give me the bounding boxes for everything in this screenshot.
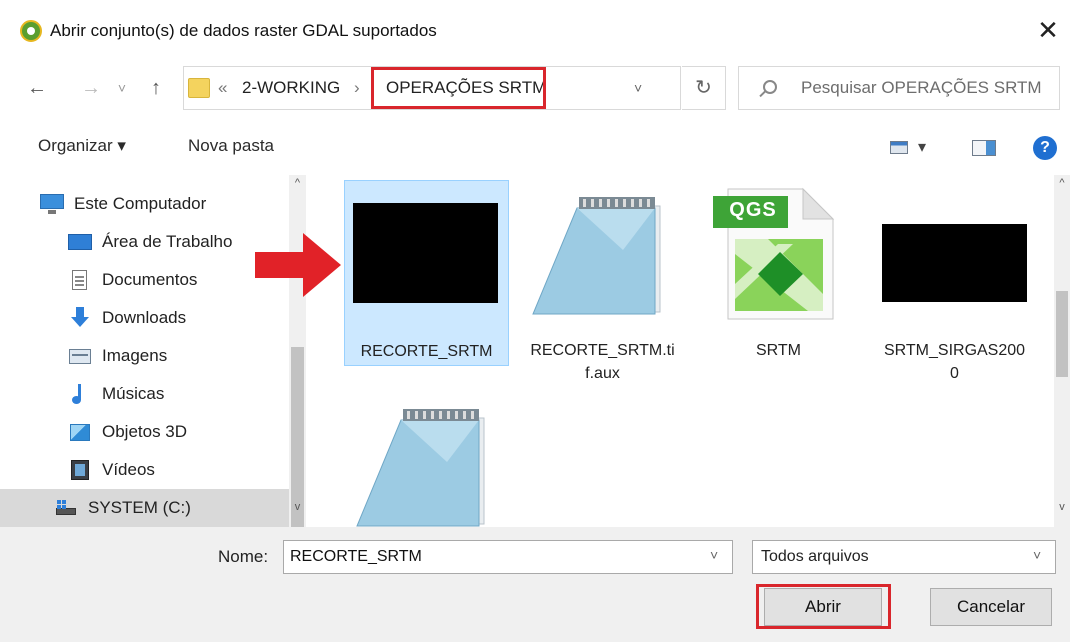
file-scroll-up-icon[interactable]: ^ — [1054, 177, 1070, 194]
window-title: Abrir conjunto(s) de dados raster GDAL s… — [50, 21, 437, 40]
file-list-scrollbar[interactable]: ^ v — [1054, 175, 1070, 527]
file-item-recorte-srtm-tif-aux[interactable]: RECORTE_SRTM.ti f.aux — [520, 180, 685, 410]
notepad-icon — [532, 197, 661, 315]
refresh-button[interactable]: ↻ — [682, 66, 726, 110]
downloads-icon — [68, 307, 94, 329]
address-dropdown-icon[interactable]: ˅ — [634, 67, 642, 109]
file-item-partial-notepad[interactable] — [344, 400, 509, 527]
file-name-line-1: SRTM_SIRGAS200 — [883, 342, 1026, 359]
3d-objects-icon — [68, 421, 94, 443]
search-box[interactable]: Pesquisar OPERAÇÕES SRTM — [738, 66, 1060, 110]
sidebar-item-label: SYSTEM (C:) — [88, 498, 191, 517]
sidebar-item-label: Área de Trabalho — [102, 232, 233, 251]
file-type-filter-value: Todos arquivos — [761, 548, 869, 565]
file-name: RECORTE_SRTM — [360, 343, 493, 360]
sidebar-item-system-c[interactable]: SYSTEM (C:) — [0, 489, 289, 527]
close-button[interactable]: ✕ — [1030, 12, 1066, 48]
cancel-button[interactable]: Cancelar — [930, 588, 1052, 626]
highlight-box-folder — [371, 67, 546, 109]
file-item-srtm-sirgas2000[interactable]: SRTM_SIRGAS200 0 — [872, 180, 1037, 410]
view-options-caret[interactable]: ▾ — [918, 137, 926, 157]
music-icon — [68, 383, 94, 405]
file-name-dropdown-icon[interactable]: ˅ — [710, 547, 718, 563]
raster-thumbnail-icon — [353, 203, 498, 303]
new-folder-button[interactable]: Nova pasta — [188, 136, 274, 156]
toolbar — [0, 122, 1070, 172]
file-name-line-1: RECORTE_SRTM.ti — [530, 342, 675, 359]
sidebar-item-este-computador[interactable]: Este Computador — [40, 185, 290, 223]
drive-icon — [54, 497, 80, 519]
sidebar-item-label: Downloads — [102, 308, 187, 327]
highlight-box-open-button — [756, 584, 891, 629]
desktop-icon — [68, 231, 94, 253]
sidebar-item-label: Imagens — [102, 346, 168, 365]
sidebar-item-videos[interactable]: Vídeos — [60, 451, 310, 489]
file-item-srtm-qgs[interactable]: QGS SRTM — [696, 180, 861, 366]
help-icon[interactable]: ? — [1033, 136, 1057, 160]
folder-icon — [188, 78, 210, 98]
breadcrumb-separator[interactable]: › — [354, 67, 360, 109]
back-button[interactable]: ← — [22, 68, 52, 108]
recent-locations-dropdown[interactable]: ˅ — [112, 68, 132, 108]
file-type-filter-select[interactable]: Todos arquivos ˅ — [752, 540, 1056, 574]
videos-icon — [68, 459, 94, 481]
organize-button[interactable]: Organizar ▾ — [38, 136, 126, 156]
notepad-icon — [356, 409, 485, 527]
sidebar-item-label: Este Computador — [74, 194, 207, 213]
preview-pane-icon[interactable] — [972, 140, 996, 156]
search-placeholder: Pesquisar OPERAÇÕES SRTM — [801, 78, 1042, 97]
file-name-line-2: 0 — [950, 365, 959, 382]
raster-thumbnail-icon — [882, 224, 1027, 302]
forward-button[interactable]: → — [76, 68, 106, 108]
sidebar-scrollbar[interactable]: ^ v — [289, 175, 306, 642]
qgs-badge-text: QGS — [729, 199, 777, 221]
file-scroll-thumb[interactable] — [1056, 291, 1068, 377]
up-button[interactable]: ↑ — [141, 68, 171, 108]
breadcrumb-overflow[interactable]: « — [218, 67, 227, 109]
filter-dropdown-icon[interactable]: ˅ — [1033, 547, 1041, 563]
documents-icon — [68, 269, 94, 291]
pictures-icon — [68, 345, 94, 367]
sidebar-item-objetos-3d[interactable]: Objetos 3D — [60, 413, 310, 451]
sidebar-item-label: Vídeos — [102, 460, 155, 479]
breadcrumb-2-working[interactable]: 2-WORKING — [242, 67, 340, 109]
name-label: Nome: — [218, 547, 269, 566]
sidebar-item-label: Músicas — [102, 384, 165, 403]
sidebar-item-musicas[interactable]: Músicas — [60, 375, 310, 413]
view-options-icon[interactable] — [890, 141, 908, 154]
sidebar-item-label: Documentos — [102, 270, 198, 289]
file-name-input[interactable]: RECORTE_SRTM — [290, 548, 422, 566]
file-name-combobox[interactable]: RECORTE_SRTM ˅ — [283, 540, 733, 574]
sidebar-scroll-down-icon[interactable]: v — [289, 501, 306, 518]
sidebar-scroll-up-icon[interactable]: ^ — [289, 177, 306, 194]
sidebar-item-downloads[interactable]: Downloads — [60, 299, 310, 337]
qgis-logo-icon — [20, 20, 42, 42]
file-scroll-down-icon[interactable]: v — [1054, 501, 1070, 518]
file-name: SRTM — [755, 342, 802, 359]
sidebar-item-imagens[interactable]: Imagens — [60, 337, 310, 375]
file-name-line-2: f.aux — [585, 365, 620, 382]
file-item-recorte-srtm[interactable]: RECORTE_SRTM — [344, 180, 509, 366]
search-icon-handle — [759, 90, 766, 98]
computer-icon — [40, 193, 66, 215]
sidebar-item-label: Objetos 3D — [102, 422, 188, 441]
